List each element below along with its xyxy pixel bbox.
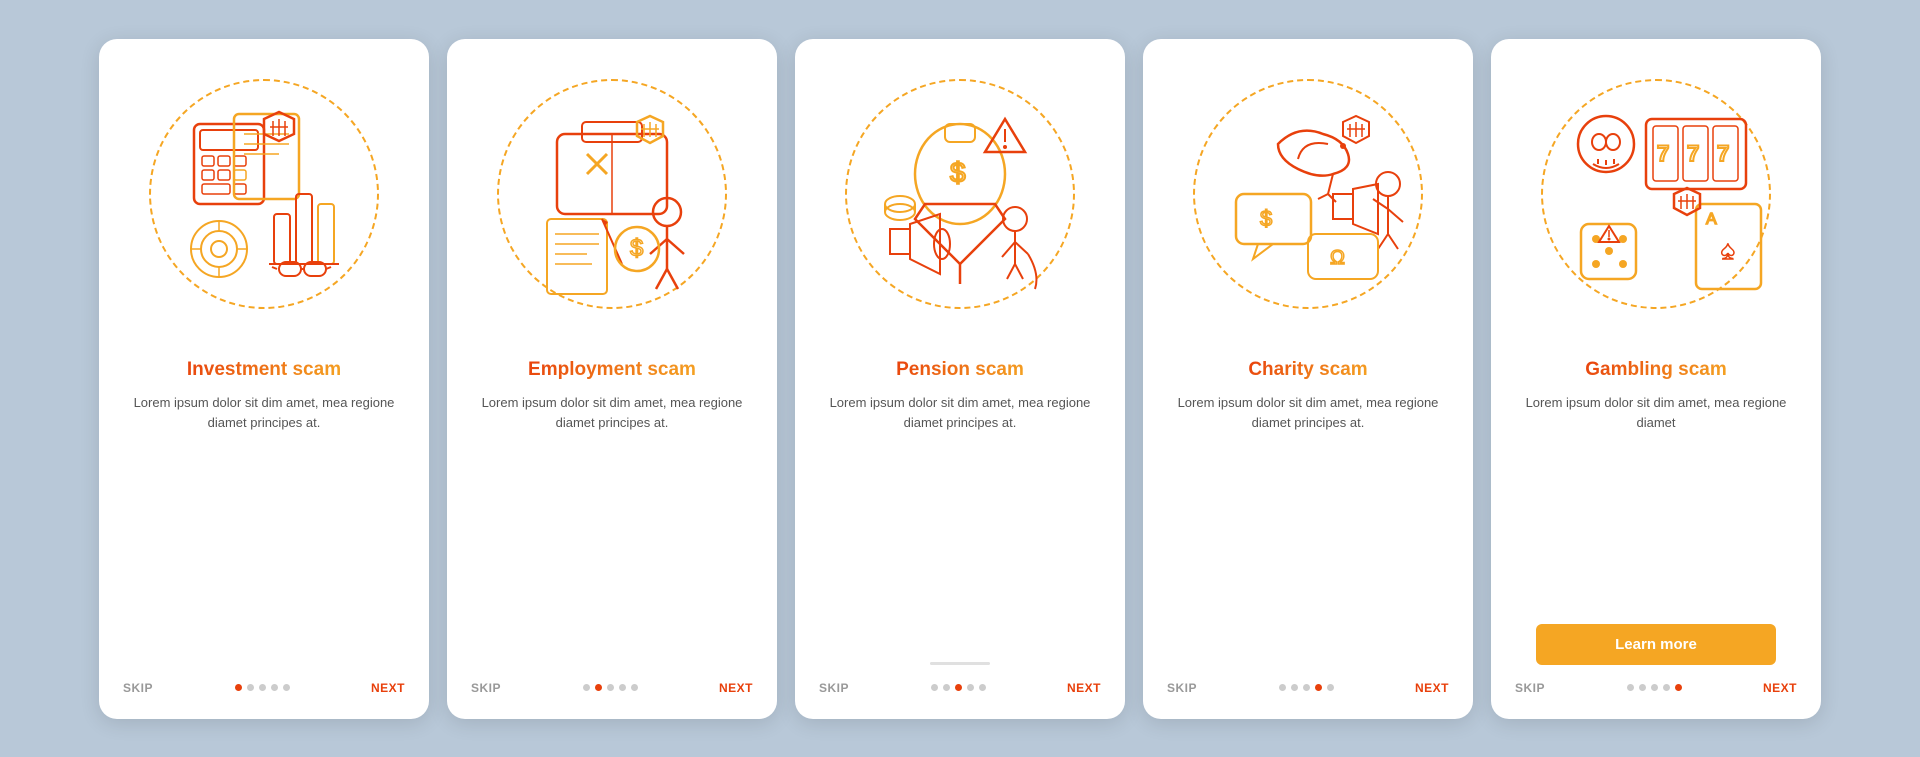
pension-illustration: $ [795, 39, 1125, 349]
gambling-title: Gambling scam [1585, 359, 1727, 381]
investment-svg [134, 64, 394, 324]
pension-footer: SKIP NEXT [795, 665, 1125, 699]
dot-2 [1639, 684, 1646, 691]
charity-footer: SKIP NEXT [1143, 665, 1473, 699]
charity-svg: $ Ω [1178, 64, 1438, 324]
investment-next[interactable]: NEXT [371, 681, 405, 695]
dot-3 [955, 684, 962, 691]
dot-3 [1303, 684, 1310, 691]
dot-1 [1279, 684, 1286, 691]
svg-text:7: 7 [1657, 141, 1669, 166]
dot-5 [631, 684, 638, 691]
learn-more-button[interactable]: Learn more [1536, 624, 1776, 665]
employment-scam-card: $ Employment scam Lorem ipsum dolor sit … [447, 39, 777, 719]
charity-dots [1279, 684, 1334, 691]
svg-text:♠: ♠ [1721, 235, 1735, 265]
svg-text:$: $ [630, 235, 643, 262]
investment-scam-card: Investment scam Lorem ipsum dolor sit di… [99, 39, 429, 719]
pension-desc: Lorem ipsum dolor sit dim amet, mea regi… [819, 393, 1101, 654]
gambling-next[interactable]: NEXT [1763, 681, 1797, 695]
gambling-skip[interactable]: SKIP [1515, 681, 1545, 695]
gambling-desc: Lorem ipsum dolor sit dim amet, mea regi… [1515, 393, 1797, 612]
dot-4 [1315, 684, 1322, 691]
dot-2 [247, 684, 254, 691]
charity-content: Charity scam Lorem ipsum dolor sit dim a… [1143, 349, 1473, 665]
investment-content: Investment scam Lorem ipsum dolor sit di… [99, 349, 429, 665]
dot-5 [1327, 684, 1334, 691]
gambling-footer: SKIP NEXT [1491, 665, 1821, 699]
gambling-illustration: 7 7 7 [1491, 39, 1821, 349]
gambling-content: Gambling scam Lorem ipsum dolor sit dim … [1491, 349, 1821, 665]
pension-svg: $ [830, 64, 1090, 324]
svg-text:7: 7 [1687, 141, 1699, 166]
investment-dots [235, 684, 290, 691]
gambling-dots [1627, 684, 1682, 691]
dot-2 [1291, 684, 1298, 691]
charity-scam-card: $ Ω Cha [1143, 39, 1473, 719]
dot-1 [1627, 684, 1634, 691]
gambling-scam-card: 7 7 7 [1491, 39, 1821, 719]
gambling-svg: 7 7 7 [1526, 64, 1786, 324]
pension-skip[interactable]: SKIP [819, 681, 849, 695]
dot-3 [1651, 684, 1658, 691]
employment-skip[interactable]: SKIP [471, 681, 501, 695]
charity-desc: Lorem ipsum dolor sit dim amet, mea regi… [1167, 393, 1449, 665]
dot-4 [1663, 684, 1670, 691]
employment-desc: Lorem ipsum dolor sit dim amet, mea regi… [471, 393, 753, 665]
svg-text:A: A [1706, 211, 1717, 228]
investment-footer: SKIP NEXT [99, 665, 429, 699]
employment-title: Employment scam [528, 359, 696, 381]
dot-1 [931, 684, 938, 691]
investment-title: Investment scam [187, 359, 341, 381]
pension-next[interactable]: NEXT [1067, 681, 1101, 695]
dot-2 [595, 684, 602, 691]
employment-footer: SKIP NEXT [447, 665, 777, 699]
dot-5 [1675, 684, 1682, 691]
employment-next[interactable]: NEXT [719, 681, 753, 695]
svg-text:$: $ [1260, 206, 1272, 231]
charity-skip[interactable]: SKIP [1167, 681, 1197, 695]
svg-text:Ω: Ω [1330, 247, 1345, 269]
investment-skip[interactable]: SKIP [123, 681, 153, 695]
svg-text:$: $ [950, 157, 966, 188]
pension-dots [931, 684, 986, 691]
charity-illustration: $ Ω [1143, 39, 1473, 349]
dot-4 [967, 684, 974, 691]
charity-next[interactable]: NEXT [1415, 681, 1449, 695]
dot-1 [583, 684, 590, 691]
employment-illustration: $ [447, 39, 777, 349]
dot-1 [235, 684, 242, 691]
dot-2 [943, 684, 950, 691]
dot-5 [283, 684, 290, 691]
svg-text:7: 7 [1717, 141, 1729, 166]
dot-5 [979, 684, 986, 691]
pension-content: Pension scam Lorem ipsum dolor sit dim a… [795, 349, 1125, 654]
employment-svg: $ [482, 64, 742, 324]
pension-title: Pension scam [896, 359, 1024, 381]
investment-illustration [99, 39, 429, 349]
dot-3 [607, 684, 614, 691]
investment-desc: Lorem ipsum dolor sit dim amet, mea regi… [123, 393, 405, 665]
dot-4 [619, 684, 626, 691]
dot-3 [259, 684, 266, 691]
employment-dots [583, 684, 638, 691]
pension-scam-card: $ [795, 39, 1125, 719]
charity-title: Charity scam [1248, 359, 1367, 381]
dot-4 [271, 684, 278, 691]
cards-container: Investment scam Lorem ipsum dolor sit di… [69, 9, 1851, 749]
employment-content: Employment scam Lorem ipsum dolor sit di… [447, 349, 777, 665]
